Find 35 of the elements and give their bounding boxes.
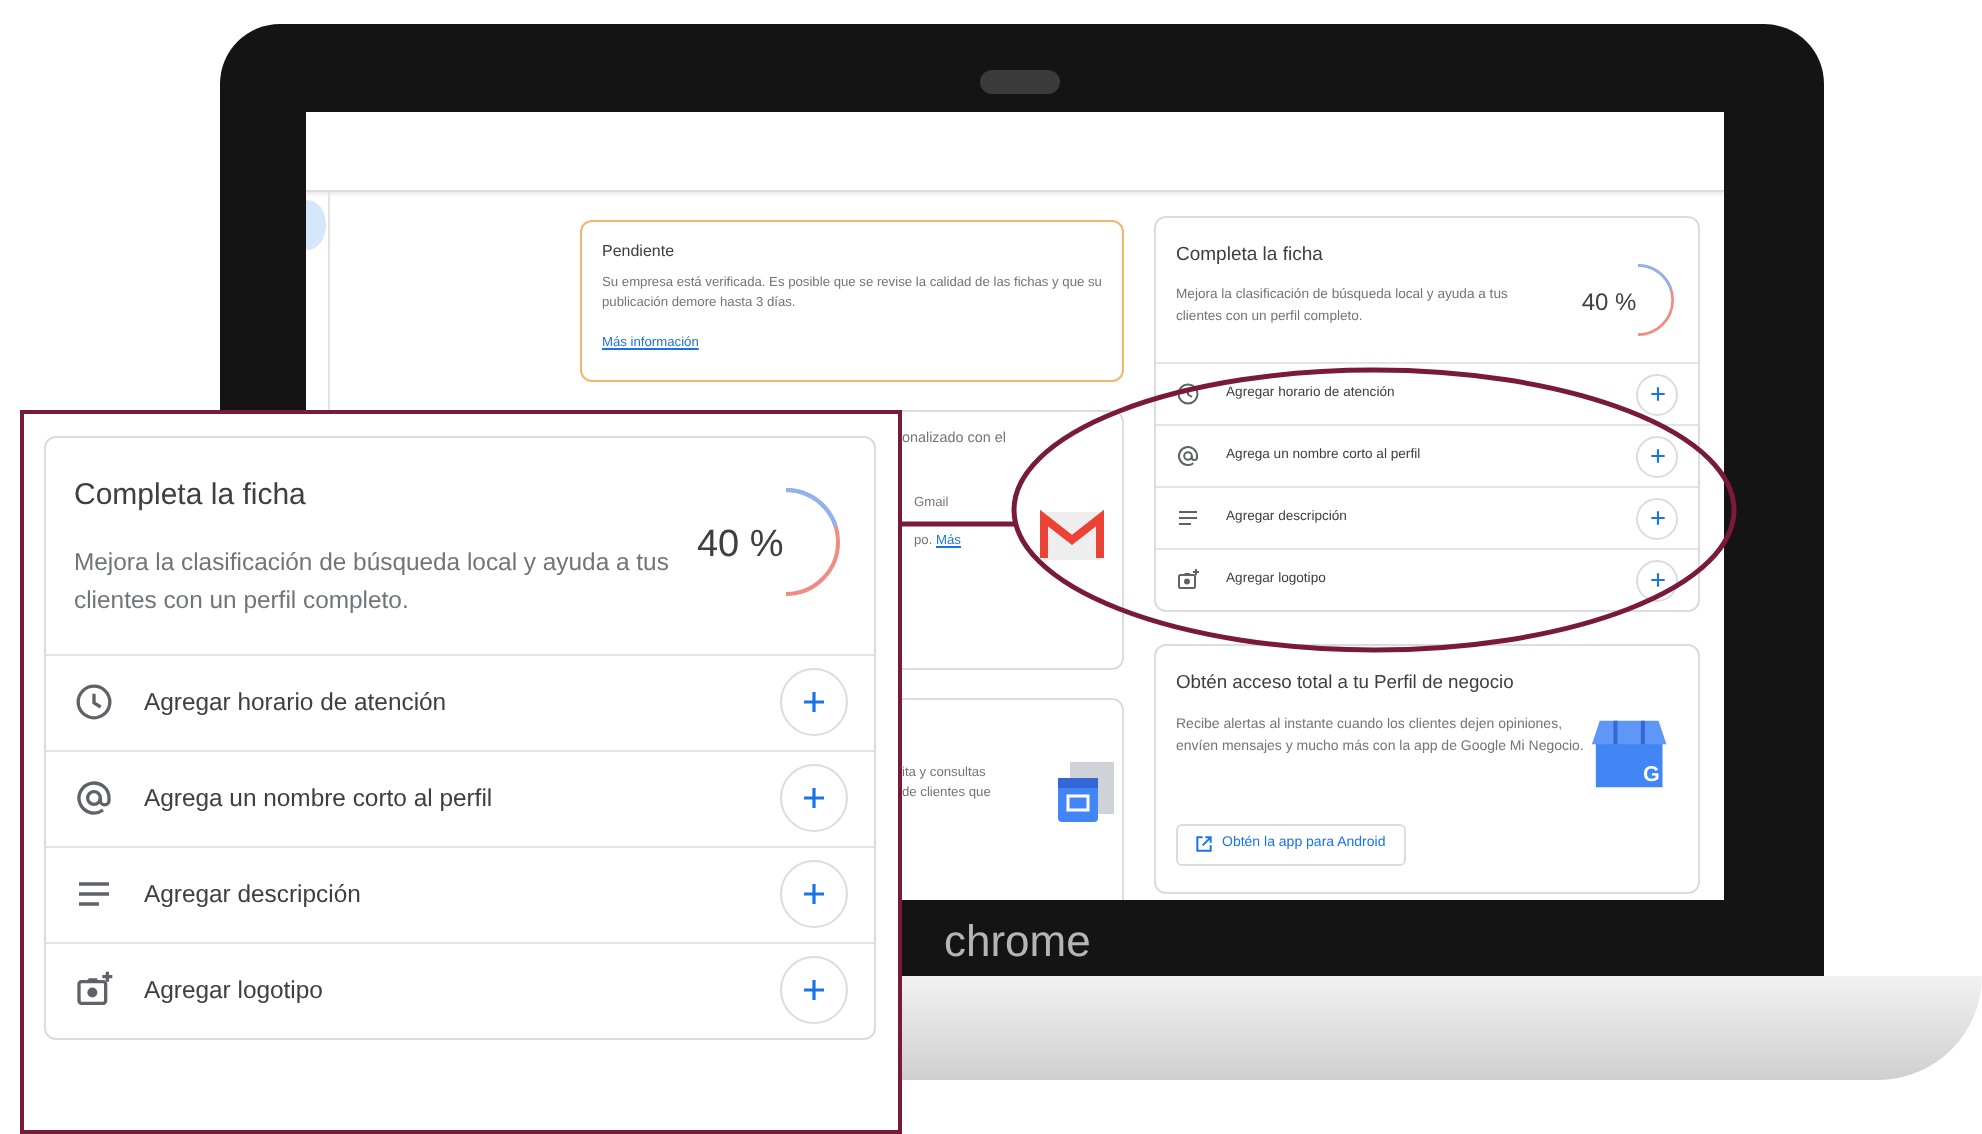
open-external-icon xyxy=(1196,836,1212,853)
laptop-brand-label: chrome xyxy=(944,914,1091,970)
envelope-icon xyxy=(1036,507,1108,564)
add-button[interactable] xyxy=(1636,559,1678,601)
task-label: Agrega un nombre corto al perfil xyxy=(144,781,495,816)
plus-icon xyxy=(1649,386,1665,402)
card-title: Obtén acceso total a tu Perfil de negocio xyxy=(1176,668,1516,696)
camera-plus-icon xyxy=(1176,568,1200,592)
card-description: Mejora la clasificación de búsqueda local y ayuda a tus clientes con un perfil completo. xyxy=(74,545,671,619)
lines-icon xyxy=(1176,506,1200,530)
clock-icon xyxy=(74,682,114,723)
clock-icon xyxy=(1176,382,1200,406)
webcam xyxy=(980,70,1060,94)
card-title: Completa la ficha xyxy=(1176,242,1325,270)
task-label: Agregar logotipo xyxy=(144,973,325,1008)
camera-plus-icon xyxy=(74,970,114,1011)
plus-icon xyxy=(802,978,826,1003)
add-button[interactable] xyxy=(1636,373,1678,415)
task-label: Agregar horario de atención xyxy=(144,685,449,720)
task-label: Agregar descripción xyxy=(144,877,363,912)
plus-icon xyxy=(802,882,826,907)
progress-percent: 40 % xyxy=(1581,286,1637,320)
plus-icon xyxy=(802,690,826,715)
card-title: Pendiente xyxy=(602,240,677,264)
at-sign-icon xyxy=(74,778,114,819)
add-button[interactable] xyxy=(1636,497,1678,539)
storefront-icon xyxy=(1054,757,1118,826)
at-sign-icon xyxy=(1176,444,1200,468)
progress-percent: 40 % xyxy=(696,522,784,570)
add-button[interactable] xyxy=(1636,435,1678,477)
plus-icon xyxy=(1649,572,1665,588)
card-title: Completa la ficha xyxy=(74,476,308,516)
plus-icon xyxy=(802,786,826,811)
plus-icon xyxy=(1649,448,1665,464)
plus-icon xyxy=(1649,510,1665,526)
